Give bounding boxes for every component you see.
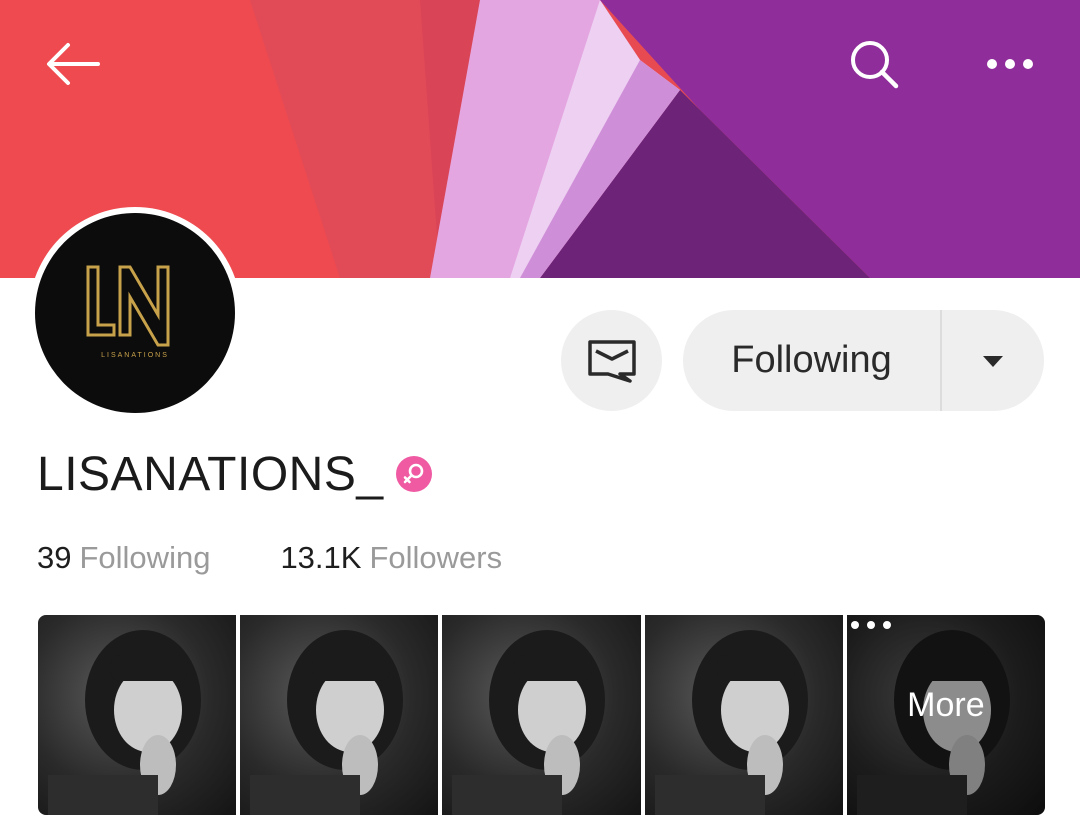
username-row: LISANATIONS_ (37, 442, 432, 506)
more-options-button[interactable] (976, 30, 1044, 98)
more-overlay: More (846, 615, 1045, 815)
profile-stats: 39 Following 13.1K Followers (37, 540, 502, 576)
message-icon (587, 339, 636, 383)
back-button[interactable] (38, 30, 106, 98)
follow-control: Following (683, 310, 1044, 411)
following-count: 39 (37, 540, 72, 575)
lisa-logo-icon: LISANATIONS (86, 265, 170, 359)
photo-thumbnail[interactable] (442, 615, 641, 815)
more-label: More (907, 685, 985, 724)
avatar-image: LISANATIONS (35, 213, 235, 413)
follow-options-dropdown[interactable] (942, 310, 1044, 411)
followers-stat[interactable]: 13.1K Followers (280, 540, 502, 576)
arrow-left-icon (47, 43, 100, 85)
following-stat[interactable]: 39 Following (37, 540, 210, 576)
photo-strip: More (38, 615, 1045, 815)
avatar[interactable]: LISANATIONS (29, 207, 241, 419)
username: LISANATIONS_ (37, 447, 384, 501)
caret-down-icon (983, 355, 1003, 367)
svg-text:LISANATIONS: LISANATIONS (101, 352, 169, 359)
portrait-image (452, 630, 606, 815)
followers-label: Followers (369, 540, 503, 575)
more-photos-button[interactable]: More (846, 615, 1045, 815)
photo-thumbnail[interactable] (38, 615, 237, 815)
more-horizontal-icon (850, 621, 891, 629)
more-horizontal-icon (987, 59, 1033, 69)
female-icon (395, 456, 432, 492)
photo-thumbnail[interactable] (644, 615, 843, 815)
following-button[interactable]: Following (683, 310, 940, 411)
photo-thumbnail[interactable] (240, 615, 439, 815)
portrait-image (250, 630, 404, 815)
search-button[interactable] (840, 30, 908, 98)
followers-count: 13.1K (280, 540, 362, 575)
portrait-image (48, 630, 201, 815)
message-button[interactable] (561, 310, 662, 411)
portrait-image (654, 630, 808, 815)
following-label: Following (79, 540, 211, 575)
search-icon (851, 41, 899, 89)
